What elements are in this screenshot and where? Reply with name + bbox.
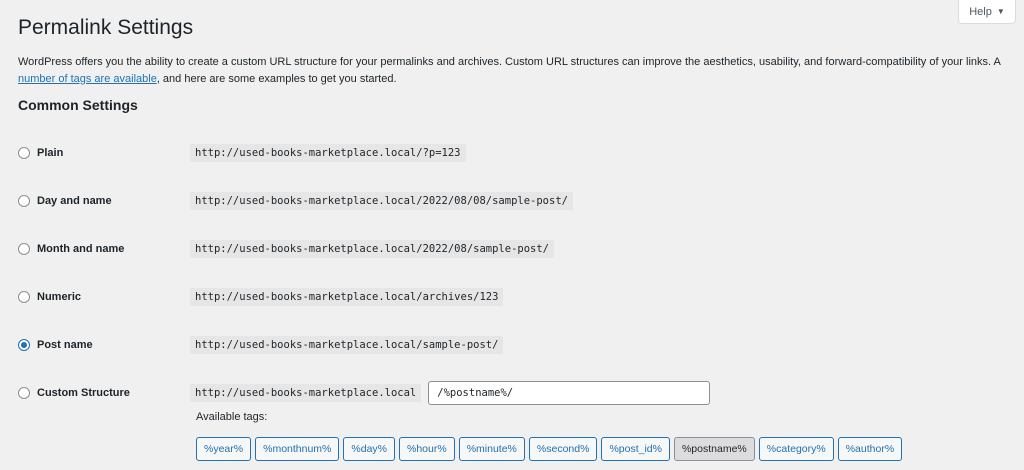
permalink-option-month-and-name[interactable]: Month and name http://used-books-marketp… <box>18 237 998 261</box>
help-tab-button[interactable]: Help ▼ <box>958 0 1016 24</box>
intro-text-after: , and here are some examples to get you … <box>156 73 397 85</box>
post-name-label: Post name <box>37 339 93 351</box>
available-tags-list: %year% %monthnum% %day% %hour% %minute% … <box>196 437 903 461</box>
custom-structure-input[interactable] <box>428 381 711 405</box>
post-name-radio[interactable] <box>18 339 30 351</box>
permalink-option-day-and-name[interactable]: Day and name http://used-books-marketpla… <box>18 189 998 213</box>
custom-structure-radio[interactable] <box>18 387 30 399</box>
month-and-name-radio[interactable] <box>18 243 30 255</box>
plain-label: Plain <box>37 147 64 159</box>
tag-second-button[interactable]: %second% <box>528 437 598 461</box>
custom-structure-label: Custom Structure <box>37 387 130 399</box>
month-and-name-label: Month and name <box>37 243 125 255</box>
month-and-name-example-url: http://used-books-marketplace.local/2022… <box>190 240 555 258</box>
numeric-example-url: http://used-books-marketplace.local/arch… <box>190 288 504 306</box>
permalink-option-custom-structure[interactable]: Custom Structure http://used-books-marke… <box>18 381 998 405</box>
intro-text: WordPress offers you the ability to crea… <box>18 54 1014 88</box>
caret-down-icon: ▼ <box>996 7 1005 16</box>
tag-day-button[interactable]: %day% <box>343 437 395 461</box>
permalink-option-post-name[interactable]: Post name http://used-books-marketplace.… <box>18 333 998 357</box>
numeric-label: Numeric <box>37 291 82 303</box>
tag-post-id-button[interactable]: %post_id% <box>601 437 670 461</box>
plain-radio[interactable] <box>18 147 30 159</box>
day-and-name-label: Day and name <box>37 195 112 207</box>
numeric-radio[interactable] <box>18 291 30 303</box>
day-and-name-radio[interactable] <box>18 195 30 207</box>
intro-text-before: WordPress offers you the ability to crea… <box>18 56 1001 68</box>
day-and-name-example-url: http://used-books-marketplace.local/2022… <box>190 192 573 210</box>
tag-minute-button[interactable]: %minute% <box>458 437 525 461</box>
common-settings-heading: Common Settings <box>18 97 138 113</box>
page-title: Permalink Settings <box>18 16 194 39</box>
custom-structure-base-url: http://used-books-marketplace.local <box>190 384 422 402</box>
tags-available-link[interactable]: number of tags are available <box>18 73 157 85</box>
tag-postname-button[interactable]: %postname% <box>673 437 755 461</box>
permalink-option-plain[interactable]: Plain http://used-books-marketplace.loca… <box>18 141 998 165</box>
permalink-settings-page: Help ▼ Permalink Settings WordPress offe… <box>0 0 1024 470</box>
tag-monthnum-button[interactable]: %monthnum% <box>255 437 340 461</box>
help-tab-label: Help <box>969 5 992 18</box>
post-name-example-url: http://used-books-marketplace.local/samp… <box>190 336 504 354</box>
tag-year-button[interactable]: %year% <box>196 437 252 461</box>
available-tags-label: Available tags: <box>196 411 268 423</box>
plain-example-url: http://used-books-marketplace.local/?p=1… <box>190 144 466 162</box>
tag-category-button[interactable]: %category% <box>758 437 834 461</box>
permalink-option-numeric[interactable]: Numeric http://used-books-marketplace.lo… <box>18 285 998 309</box>
tag-author-button[interactable]: %author% <box>837 437 903 461</box>
tag-hour-button[interactable]: %hour% <box>399 437 455 461</box>
